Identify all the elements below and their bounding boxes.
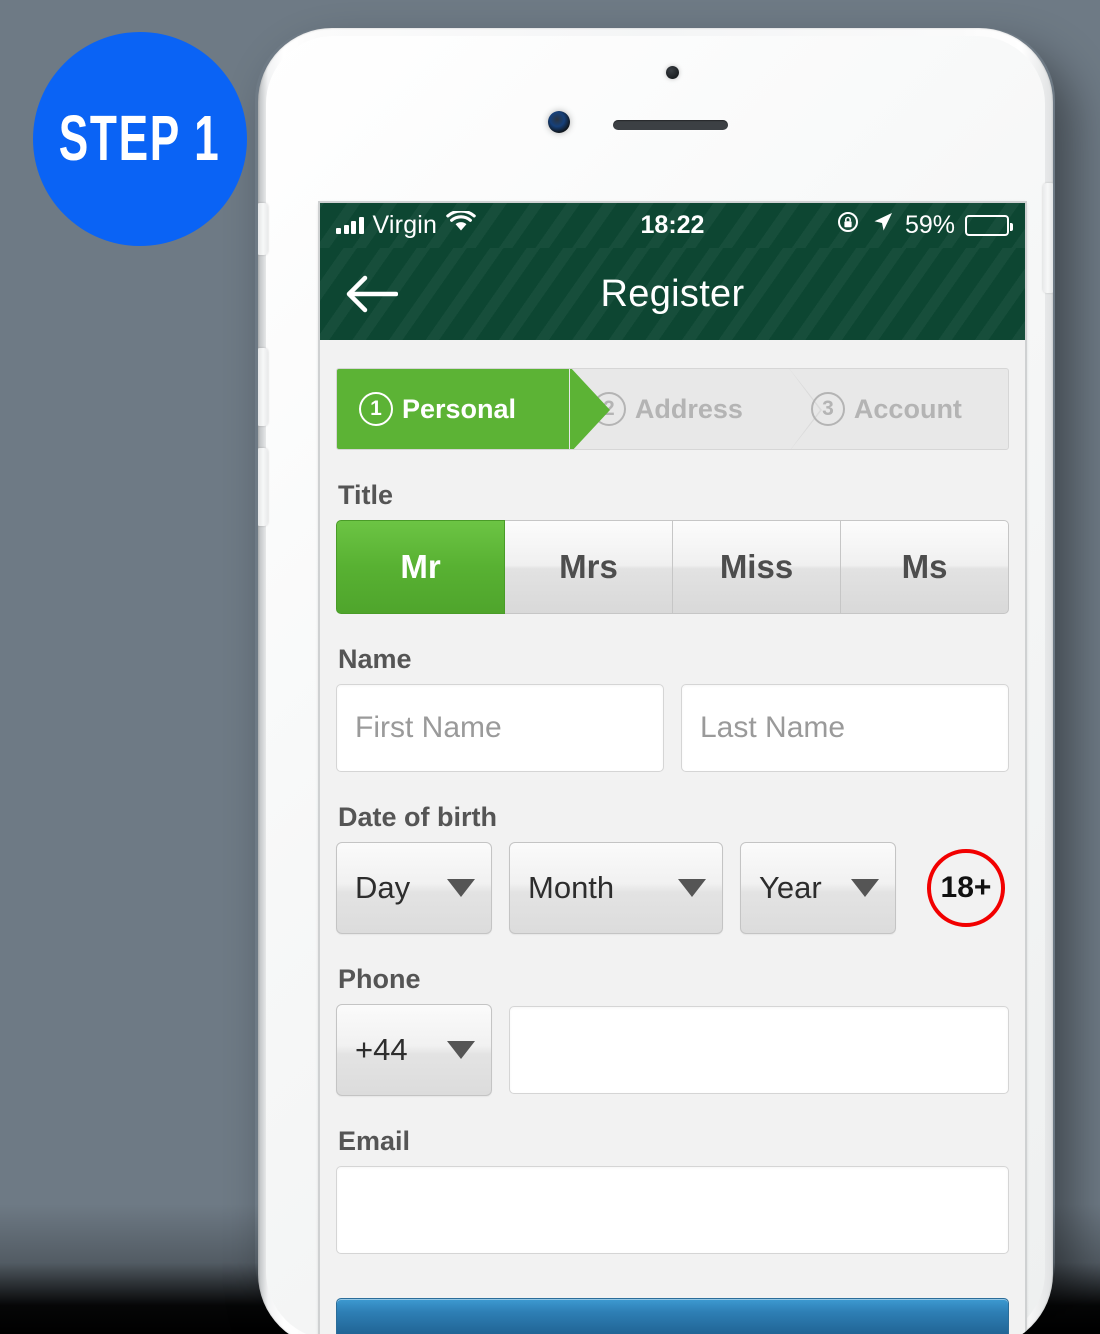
first-name-input[interactable] (336, 684, 664, 772)
step-badge: STEP 1 (33, 32, 247, 246)
step-badge-label: STEP 1 (59, 103, 221, 175)
dob-label: Date of birth (338, 802, 497, 832)
dob-day-select[interactable]: Day (336, 842, 492, 934)
rotation-lock-icon (837, 210, 861, 241)
title-option-mrs[interactable]: Mrs (505, 520, 673, 614)
phone-device: Virgin 18:22 59% Register 1 Personal Add… (258, 28, 1053, 1334)
dob-day-value: Day (355, 870, 411, 905)
phone-label: Phone (338, 964, 421, 994)
mute-switch-button[interactable] (258, 203, 268, 255)
back-arrow-icon[interactable] (344, 274, 399, 314)
last-name-input[interactable] (681, 684, 1009, 772)
page-title: Register (600, 272, 745, 315)
dob-row: Day Month Year 18+ (336, 842, 1009, 934)
country-code-value: +44 (355, 1032, 408, 1067)
name-row (336, 684, 1009, 772)
email-input[interactable] (336, 1166, 1009, 1254)
title-label: Title (338, 480, 394, 510)
country-code-select[interactable]: +44 (336, 1004, 492, 1096)
earpiece-speaker (613, 120, 728, 130)
wizard-step-number: 1 (359, 392, 393, 426)
wizard-step-label: Personal (402, 393, 517, 424)
chevron-down-icon (851, 879, 879, 897)
nav-bar: Register (320, 248, 1025, 340)
battery-percent-label: 59% (904, 211, 955, 239)
proximity-sensor-icon (666, 66, 679, 79)
wizard-step-label: Address (634, 393, 743, 424)
status-bar: Virgin 18:22 59% (320, 203, 1025, 248)
wizard-step-label: Account (853, 393, 962, 424)
age-restriction-badge: 18+ (927, 849, 1005, 927)
chevron-down-icon (447, 879, 475, 897)
title-option-miss[interactable]: Miss (673, 520, 841, 614)
phone-screen: Virgin 18:22 59% Register 1 Personal Add… (320, 203, 1025, 1334)
dob-month-value: Month (528, 870, 615, 905)
email-label: Email (338, 1126, 411, 1156)
next-button[interactable]: Next (336, 1298, 1009, 1334)
dob-month-select[interactable]: Month (509, 842, 723, 934)
battery-icon (965, 215, 1013, 236)
title-option-mr[interactable]: Mr (336, 520, 505, 614)
power-button[interactable] (1043, 183, 1053, 293)
chevron-down-icon (678, 879, 706, 897)
chevron-down-icon (447, 1041, 475, 1059)
volume-up-button[interactable] (258, 348, 268, 426)
dob-year-select[interactable]: Year (740, 842, 896, 934)
phone-row: +44 (336, 1004, 1009, 1096)
wizard-step-personal[interactable]: 1 Personal (337, 369, 610, 449)
name-label: Name (338, 644, 412, 674)
title-segmented-control: Mr Mrs Miss Ms (336, 520, 1009, 614)
screen-content: 1 Personal 2 Address 3 Account Title (320, 340, 1025, 1334)
wizard-step-number: 3 (810, 392, 845, 426)
front-camera-icon (548, 111, 570, 133)
location-arrow-icon (871, 210, 895, 241)
dob-year-value: Year (759, 870, 822, 905)
wizard-breadcrumb: 1 Personal 2 Address 3 Account (336, 368, 1009, 450)
title-option-ms[interactable]: Ms (841, 520, 1009, 614)
volume-down-button[interactable] (258, 448, 268, 526)
status-bar-right: 59% (837, 210, 1013, 241)
registration-form: Title Mr Mrs Miss Ms Name Date of birth … (320, 480, 1025, 1254)
phone-number-input[interactable] (509, 1006, 1009, 1094)
wizard-step-account[interactable]: 3 Account (787, 369, 1008, 449)
